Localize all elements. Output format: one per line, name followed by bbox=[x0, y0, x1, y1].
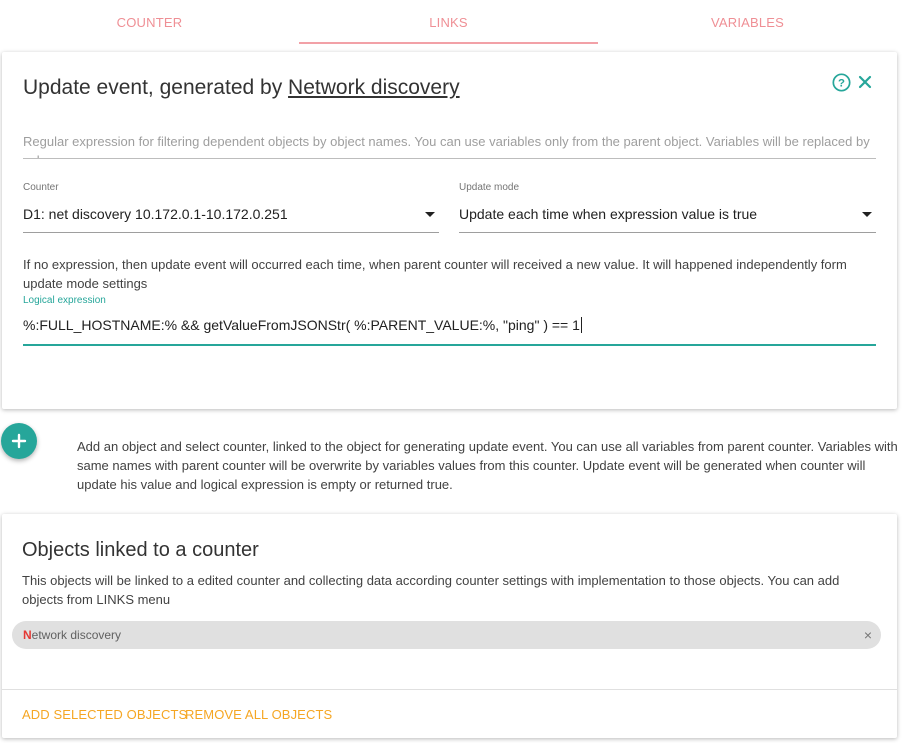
counter-label: Counter bbox=[23, 182, 59, 193]
tab-active-indicator bbox=[299, 42, 598, 44]
counter-select-value: D1: net discovery 10.172.0.1-10.172.0.25… bbox=[23, 206, 288, 222]
plus-icon bbox=[11, 433, 27, 449]
update-mode-help-text: If no expression, then update event will… bbox=[23, 257, 847, 291]
tab-links[interactable]: LINKS bbox=[299, 0, 598, 44]
logical-expression-input[interactable]: %:FULL_HOSTNAME:% && getValueFromJSONStr… bbox=[23, 314, 876, 346]
tab-counter[interactable]: COUNTER bbox=[0, 0, 299, 44]
close-icon[interactable]: × bbox=[861, 621, 875, 649]
parent-counter-link[interactable]: Network discovery bbox=[288, 76, 460, 99]
caret-down-icon bbox=[862, 212, 872, 217]
divider bbox=[2, 689, 897, 690]
close-icon[interactable] bbox=[855, 72, 875, 92]
update-mode-select[interactable]: Update each time when expression value i… bbox=[459, 203, 876, 233]
svg-text:?: ? bbox=[838, 77, 845, 89]
chip-label: etwork discovery bbox=[31, 628, 122, 642]
chip-first-letter: N bbox=[23, 628, 32, 642]
caret-down-icon bbox=[425, 212, 435, 217]
text-cursor bbox=[580, 317, 582, 333]
add-object-button[interactable] bbox=[1, 423, 37, 459]
remove-all-objects-button[interactable]: REMOVE ALL OBJECTS bbox=[185, 707, 332, 722]
objects-linked-card: Objects linked to a counter This objects… bbox=[2, 514, 897, 738]
update-event-title: Update event, generated by Network disco… bbox=[23, 76, 460, 100]
help-circle-icon[interactable]: ? bbox=[831, 72, 851, 92]
objects-linked-description: This objects will be linked to a edited … bbox=[22, 573, 840, 607]
update-event-title-prefix: Update event, generated by bbox=[23, 76, 283, 99]
counter-select[interactable]: D1: net discovery 10.172.0.1-10.172.0.25… bbox=[23, 203, 439, 233]
add-object-hint: Add an object and select counter, linked… bbox=[77, 439, 898, 492]
card-header-actions: ? bbox=[831, 72, 875, 92]
objects-linked-title: Objects linked to a counter bbox=[22, 539, 259, 561]
update-mode-select-value: Update each time when expression value i… bbox=[459, 206, 758, 222]
update-mode-label: Update mode bbox=[459, 182, 520, 193]
linked-object-chip[interactable]: Network discovery × bbox=[12, 621, 881, 649]
add-selected-objects-button[interactable]: ADD SELECTED OBJECTS bbox=[22, 707, 187, 722]
tab-bar: COUNTER LINKS VARIABLES bbox=[0, 0, 902, 46]
logical-expression-value: %:FULL_HOSTNAME:% && getValueFromJSONStr… bbox=[23, 317, 580, 333]
tab-variables[interactable]: VARIABLES bbox=[598, 0, 897, 44]
update-event-card: Update event, generated by Network disco… bbox=[2, 52, 897, 409]
regex-filter-input[interactable]: Regular expression for filtering depende… bbox=[23, 132, 876, 159]
logical-expression-label: Logical expression bbox=[23, 295, 106, 306]
